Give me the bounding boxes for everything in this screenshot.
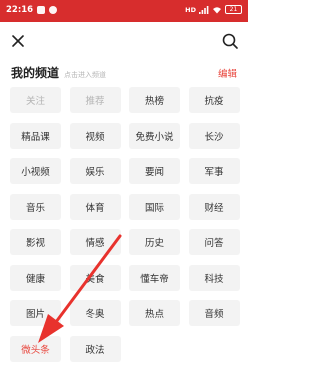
top-bar [0,22,248,60]
channel-chip[interactable]: 关注 [10,87,61,113]
battery-icon: 21 [225,5,242,14]
channel-chip[interactable]: 微头条 [10,335,61,362]
channel-chip[interactable]: 精品课 [10,122,61,149]
channel-chip[interactable]: 免费小说 [129,122,180,149]
search-icon[interactable] [221,32,239,50]
channel-chip[interactable]: 国际 [129,193,180,220]
channel-chip[interactable]: 懂车帝 [129,264,180,291]
close-icon[interactable] [9,32,27,50]
channel-chip[interactable]: 历史 [129,229,180,255]
network-type-label: HD [185,5,196,14]
channel-chip[interactable]: 体育 [69,193,121,220]
channel-chip[interactable]: 科技 [188,264,240,291]
channel-chip[interactable]: 抗疫 [188,87,240,113]
status-bar-left: 22:16 [6,5,58,15]
channel-chip[interactable]: 情感 [69,229,121,255]
edit-button[interactable]: 编辑 [218,66,237,80]
status-bar: 22:16 HD 21 [0,0,248,22]
channel-chip[interactable]: 热点 [129,300,180,326]
notification-app-icon [37,6,46,14]
channel-chip[interactable]: 音乐 [10,193,61,220]
channel-chip[interactable]: 图片 [10,300,61,326]
channel-chip[interactable]: 娱乐 [69,158,121,184]
channel-grid: 关注 推荐 热榜 抗疫精品课 视频 免费小说 长沙小视频 娱乐 要闻 军事音乐 体育 国际 财经影视 情感… [10,87,240,362]
channel-chip[interactable]: 问答 [188,229,240,255]
channel-chip[interactable]: 军事 [188,158,240,184]
section-title: 我的频道 [11,66,60,80]
channel-chip[interactable]: 视频 [69,122,121,149]
channel-chip[interactable]: 财经 [188,193,240,220]
status-bar-right: HD 21 [185,5,242,14]
notification-app-icon-2 [49,6,58,14]
channel-chip[interactable]: 健康 [10,264,61,291]
signal-icon [199,5,209,14]
channel-chip[interactable]: 长沙 [188,122,240,149]
channel-chip[interactable]: 热榜 [129,87,180,113]
channel-chip[interactable]: 冬奥 [69,300,121,326]
channel-chip[interactable]: 美食 [69,264,121,291]
section-heading: 我的频道 点击进入频道 [11,64,106,80]
status-time: 22:16 [6,5,34,15]
channel-chip[interactable]: 小视频 [10,158,61,184]
channel-chip[interactable]: 推荐 [69,87,121,113]
channel-chip[interactable]: 影视 [10,229,61,255]
channel-chip[interactable]: 音频 [188,300,240,326]
wifi-icon [213,6,221,13]
channel-chip[interactable]: 政法 [69,335,121,362]
section-hint: 点击进入频道 [64,71,107,79]
channel-chip[interactable]: 要闻 [129,158,180,184]
